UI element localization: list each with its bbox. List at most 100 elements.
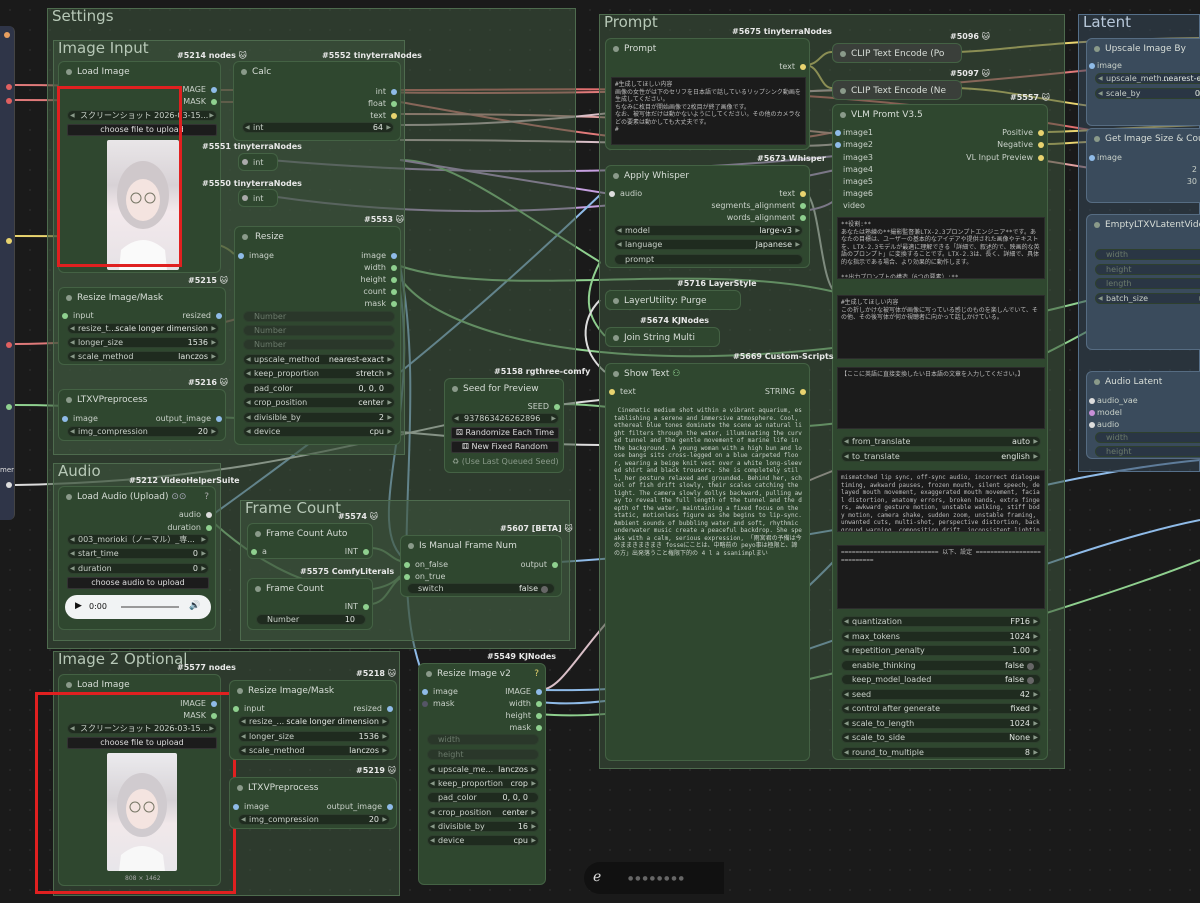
from-translate-select[interactable]: from_translateauto [841,436,1041,447]
switch-toggle[interactable]: switch false [407,583,555,594]
output-socket[interactable] [206,525,212,531]
language-select[interactable]: languageJapanese [614,239,803,250]
node-title[interactable]: Load Image [59,62,220,82]
node-title[interactable]: VLM Promt V3.5 [833,105,1047,125]
volume-icon[interactable]: 🔊 [189,601,200,611]
output-socket[interactable] [1038,155,1044,161]
node-title[interactable]: Upscale Image By [1087,39,1200,59]
output-socket[interactable] [216,416,222,422]
control-after-generate-select[interactable]: control after generatefixed [841,703,1041,714]
output-socket[interactable] [800,203,806,209]
help-icon[interactable]: ? [534,664,539,684]
length-input[interactable]: length [1095,278,1200,289]
pad-color-input[interactable]: pad_color 0, 0, 0 [427,792,539,803]
node-empty-ltxv-latent-video[interactable]: EmptyLTXVLatentVideo width height length… [1086,214,1200,350]
input-socket[interactable] [609,191,615,197]
node-ltxv-preprocess-2[interactable]: LTXVPreprocess image output_image img_co… [229,777,397,829]
node-clip-text-encode-positive[interactable]: CLIP Text Encode (Po [832,43,962,63]
output-socket[interactable] [800,389,806,395]
output-socket[interactable] [391,253,397,259]
max-tokens-input[interactable]: max_tokens1024 [841,631,1041,642]
output-socket[interactable] [391,113,397,119]
output-socket[interactable] [391,289,397,295]
enable-thinking-toggle[interactable]: enable_thinking false [841,660,1041,671]
node-clip-text-encode-negative[interactable]: CLIP Text Encode (Ne [832,80,962,100]
randomize-each-time-button[interactable]: ⚄ Randomize Each Time [451,427,559,439]
audio-seek-bar[interactable] [121,606,179,608]
node-title[interactable]: Apply Whisper [606,166,809,186]
help-icon[interactable]: ? [204,487,209,507]
output-socket[interactable] [391,89,397,95]
node-get-image-size[interactable]: Get Image Size & Count image 2 30 [1086,128,1200,203]
node-title[interactable]: LayerUtility: Purge [606,291,740,311]
output-socket[interactable] [536,689,542,695]
node-title[interactable]: Calc [234,62,400,82]
node-title[interactable]: LTXVPreprocess [230,778,396,798]
height-input[interactable]: height [1095,264,1200,275]
toggle-knob[interactable] [541,586,548,593]
node-collapse-dot[interactable] [242,195,248,201]
output-socket[interactable] [536,725,542,731]
node-title[interactable]: CLIP Text Encode (Ne [833,81,961,101]
round-to-multiple-input[interactable]: round_to_multiple8 [841,747,1041,758]
input-socket[interactable] [62,416,68,422]
output-socket[interactable] [536,701,542,707]
node-canvas[interactable]: mer Settings Image Input Audio Frame Cou… [0,0,1200,903]
device-select[interactable]: devicecpu [427,835,539,846]
audio-file-select[interactable]: 003_morioki（ノーマル）_専... [67,534,209,545]
node-seed-preview[interactable]: Seed for Preview SEED 937863426262896 ⚄ … [444,378,564,473]
output-socket[interactable] [363,604,369,610]
input-socket[interactable] [404,574,410,580]
keep-model-loaded-toggle[interactable]: keep_model_loaded false [841,674,1041,685]
longer-size-input[interactable]: longer_size1536 [67,337,219,348]
divisible-by-input[interactable]: divisible_by2 [243,412,395,423]
toggle-knob[interactable] [1027,677,1034,684]
output-socket[interactable] [1038,130,1044,136]
node-title[interactable]: Resize Image v2? [419,664,545,684]
device-select[interactable]: devicecpu [243,426,395,437]
input-socket[interactable] [233,706,239,712]
node-resize-image-v2[interactable]: Resize Image v2? image mask IMAGE width … [418,663,546,885]
node-title[interactable]: Load Audio (Upload) ⊙⊙? [59,487,215,507]
ear-icon[interactable]: ℯ [593,869,601,885]
node-ltxv-preprocess-1[interactable]: LTXVPreprocess image output_image img_co… [58,389,226,441]
play-icon[interactable]: ▶ [75,601,82,611]
node-layer-purge[interactable]: LayerUtility: Purge [605,290,741,310]
upscale-method-select[interactable]: upscale_me...lanczos [427,764,539,775]
new-fixed-random-button[interactable]: ⚅ New Fixed Random [451,441,559,453]
output-socket[interactable] [800,64,806,70]
output-socket[interactable] [800,215,806,221]
node-title[interactable]: Join String Multi [606,328,719,348]
upscale-method-select[interactable]: upscale_methodnearest-exact [243,354,395,365]
input-socket[interactable] [1089,155,1095,161]
quantization-select[interactable]: quantizationFP16 [841,616,1041,627]
output-socket[interactable] [391,301,397,307]
longer-size-input[interactable]: longer_size1536 [238,731,390,742]
input-socket[interactable] [422,701,428,707]
seed-value-input[interactable]: 937863426262896 [451,413,559,424]
output-socket[interactable] [536,713,542,719]
frame-number-input[interactable]: Number 10 [256,614,366,625]
node-resize-image-mask-1[interactable]: Resize Image/Mask input resized resize_t… [58,287,226,365]
node-collapse-dot[interactable] [242,159,248,165]
node-resize-image-mask-2[interactable]: Resize Image/Mask input resized resize_.… [229,680,397,760]
whisper-prompt-input[interactable]: prompt [614,254,803,265]
whisper-model-select[interactable]: modellarge-v3 [614,225,803,236]
node-load-audio[interactable]: Load Audio (Upload) ⊙⊙? audio duration 0… [58,486,216,630]
resize-type-select[interactable]: resize_...scale longer dimension [238,716,390,727]
sidebar-socket[interactable] [6,98,12,104]
input-socket[interactable] [62,313,68,319]
sidebar-socket[interactable] [6,84,12,90]
output-socket[interactable] [387,706,393,712]
sidebar-socket[interactable] [6,404,12,410]
scale-method-select[interactable]: scale_methodlanczos [238,745,390,756]
input-socket[interactable] [1089,410,1095,416]
keep-proportion-select[interactable]: keep_proportioncrop [427,778,539,789]
node-title[interactable]: Audio Latent [1087,372,1200,392]
user-prompt-textarea[interactable]: #生成してほしい内容 この折しかけな被写体が画像に写っている感じのものを楽しんで… [837,295,1045,359]
node-frame-count[interactable]: Frame Count INT Number 10 [247,578,373,630]
resize-type-select[interactable]: resize_t...scale longer dimension [67,323,219,334]
input-socket[interactable] [1089,398,1095,404]
number-input[interactable]: Number [243,325,395,336]
use-last-seed-button[interactable]: ♻ (Use Last Queued Seed) [451,456,559,468]
